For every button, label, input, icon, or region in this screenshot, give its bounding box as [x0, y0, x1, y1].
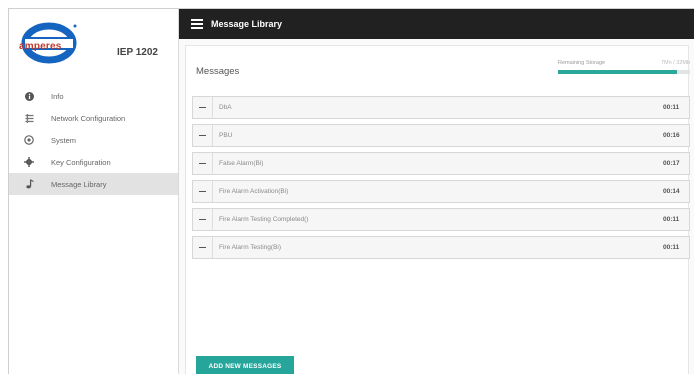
message-name: False Alarm(Bi) [219, 160, 264, 167]
logo-text: amperes [19, 41, 62, 52]
sidebar-item-label: Info [51, 91, 64, 101]
info-icon [21, 90, 37, 102]
collapse-button[interactable] [193, 97, 213, 118]
storage-progress-bar [558, 70, 690, 74]
section-title: Messages [196, 66, 240, 77]
storage-progress-fill [558, 70, 677, 74]
message-duration: 00:11 [663, 104, 680, 111]
sidebar-item-network-configuration[interactable]: Network Configuration [9, 107, 178, 129]
collapse-button[interactable] [193, 181, 213, 202]
sidebar-item-label: Key Configuration [51, 157, 111, 167]
message-duration: 00:11 [663, 244, 680, 251]
sidebar-nav: Info Network Configuration System Key Co… [9, 85, 178, 195]
messages-card: Messages Remaining Storage 7Mn / 32Mb Db… [185, 45, 690, 374]
sidebar-item-system[interactable]: System [9, 129, 178, 151]
sidebar-item-info[interactable]: Info [9, 85, 178, 107]
message-name: DbA [219, 104, 232, 111]
message-row[interactable]: Fire Alarm Activation(Bi) 00:14 [192, 180, 690, 203]
message-row[interactable]: PBU 00:16 [192, 124, 690, 147]
add-new-messages-button[interactable]: ADD NEW MESSAGES [196, 356, 294, 374]
collapse-button[interactable] [193, 209, 213, 230]
network-icon [21, 112, 37, 124]
storage-value: 7Mn / 32Mb [660, 60, 690, 66]
sidebar-item-key-configuration[interactable]: Key Configuration [9, 151, 178, 173]
minus-icon [199, 246, 206, 249]
message-name: PBU [219, 132, 233, 139]
main-content: Messages Remaining Storage 7Mn / 32Mb Db… [179, 39, 694, 374]
message-duration: 00:14 [663, 188, 680, 195]
minus-icon [199, 162, 206, 165]
menu-icon[interactable] [191, 19, 203, 29]
brand-area: amperes IEP 1202 [9, 9, 179, 83]
sidebar-item-label: Message Library [51, 179, 107, 189]
system-icon [21, 134, 37, 146]
app-window: amperes IEP 1202 Info Network Configurat… [8, 8, 694, 374]
page-title: Message Library [211, 19, 283, 29]
sidebar-item-label: System [51, 135, 77, 145]
sidebar-item-label: Network Configuration [51, 113, 126, 123]
sidebar-item-message-library[interactable]: Message Library [9, 173, 178, 195]
music-note-icon [21, 178, 37, 190]
message-row[interactable]: Fire Alarm Testing Completed() 00:11 [192, 208, 690, 231]
minus-icon [199, 190, 206, 193]
message-duration: 00:11 [663, 216, 680, 223]
message-name: Fire Alarm Testing Completed() [219, 216, 309, 223]
top-app-bar: Message Library [179, 9, 694, 39]
message-row[interactable]: DbA 00:11 [192, 96, 690, 119]
message-duration: 00:17 [663, 160, 680, 167]
collapse-button[interactable] [193, 153, 213, 174]
minus-icon [199, 106, 206, 109]
message-name: Fire Alarm Testing(Bi) [219, 244, 282, 251]
message-row[interactable]: False Alarm(Bi) 00:17 [192, 152, 690, 175]
device-name: IEP 1202 [117, 47, 158, 58]
message-duration: 00:16 [663, 132, 680, 139]
minus-icon [199, 134, 206, 137]
storage-label: Remaining Storage [558, 60, 606, 66]
message-row[interactable]: Fire Alarm Testing(Bi) 00:11 [192, 236, 690, 259]
minus-icon [199, 218, 206, 221]
collapse-button[interactable] [193, 237, 213, 258]
message-name: Fire Alarm Activation(Bi) [219, 188, 289, 195]
collapse-button[interactable] [193, 125, 213, 146]
storage-indicator: Remaining Storage 7Mn / 32Mb [558, 60, 690, 82]
sidebar: amperes IEP 1202 Info Network Configurat… [9, 9, 179, 374]
gear-icon [21, 156, 37, 168]
message-list: DbA 00:11 PBU 00:16 False Alarm(Bi) 00:1… [192, 96, 690, 264]
